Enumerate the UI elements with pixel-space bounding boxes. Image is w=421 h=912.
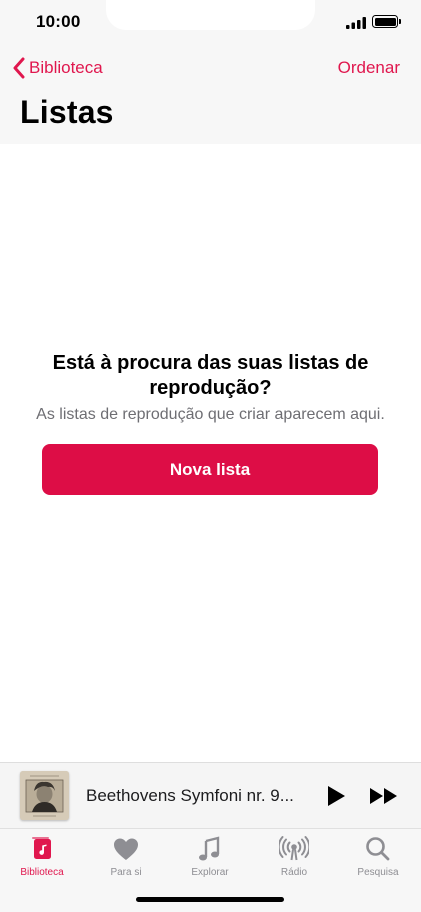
play-icon[interactable] (325, 784, 347, 808)
back-label: Biblioteca (29, 58, 103, 77)
radio-icon (279, 836, 309, 861)
page-title: Listas (20, 94, 114, 130)
notch (106, 0, 315, 30)
beethoven-portrait-image (20, 771, 69, 820)
status-time: 10:00 (36, 12, 81, 31)
tab-label: Explorar (191, 867, 229, 878)
order-button[interactable]: Ordenar (338, 58, 400, 78)
music-note-icon (199, 836, 220, 861)
new-playlist-button[interactable]: Nova lista (42, 444, 378, 495)
tab-label: Pesquisa (357, 867, 399, 878)
heart-icon (114, 838, 138, 860)
album-art[interactable] (20, 771, 69, 820)
tab-library[interactable]: Biblioteca (0, 835, 84, 878)
cellular-signal-icon (346, 17, 366, 29)
back-button[interactable]: Biblioteca (12, 56, 103, 80)
fast-forward-icon[interactable] (369, 786, 399, 806)
empty-state-title: Está à procura das suas listas de reprod… (52, 352, 369, 399)
mini-player[interactable]: Beethovens Symfoni nr. 9... (0, 762, 421, 828)
home-indicator[interactable] (136, 897, 284, 902)
chevron-left-icon (13, 57, 25, 79)
tab-label: Biblioteca (20, 867, 64, 878)
status-bar: 10:00 (0, 0, 421, 44)
tab-for-you[interactable]: Para si (84, 835, 168, 878)
navigation-header: Biblioteca Ordenar Listas (0, 44, 421, 144)
search-icon (366, 837, 390, 861)
tab-label: Para si (110, 867, 142, 878)
now-playing-title: Beethovens Symfoni nr. 9... (86, 786, 294, 805)
tab-label: Rádio (280, 867, 308, 878)
battery-cap (399, 19, 401, 24)
empty-state-subtitle: As listas de reprodução que criar aparec… (36, 406, 385, 423)
tab-radio[interactable]: Rádio (252, 835, 336, 878)
battery-icon (372, 15, 398, 28)
tab-search[interactable]: Pesquisa (336, 835, 420, 878)
empty-state: Está à procura das suas listas de reprod… (0, 351, 421, 424)
tab-browse[interactable]: Explorar (168, 835, 252, 878)
library-icon (32, 837, 51, 859)
